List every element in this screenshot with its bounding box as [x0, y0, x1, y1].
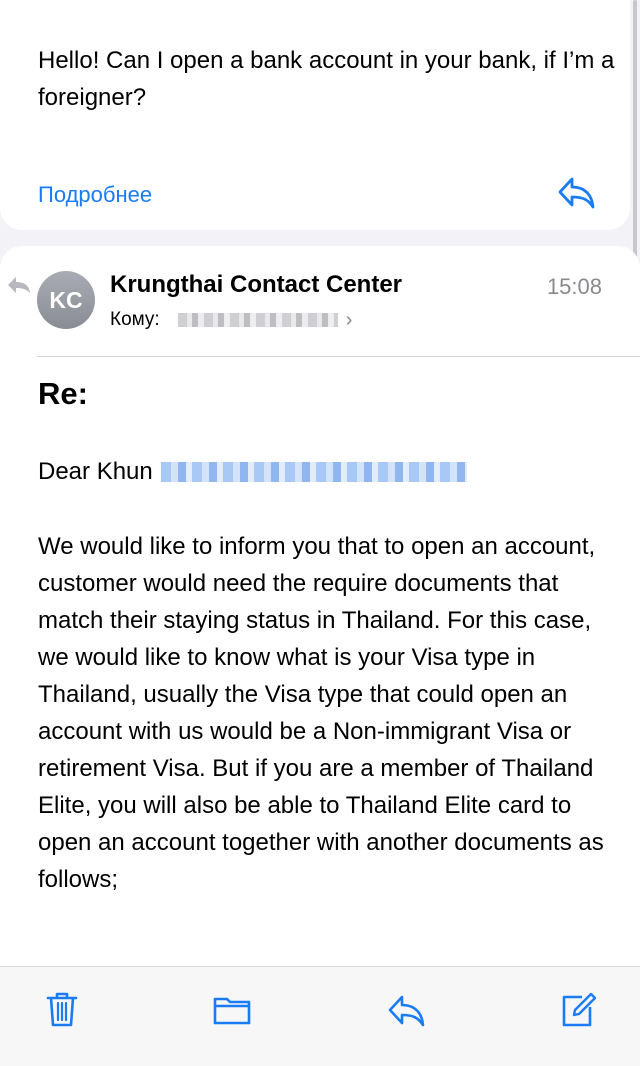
- message-time: 15:08: [546, 274, 602, 299]
- message-card: KC Krungthai Contact Center 15:08 Кому: …: [0, 246, 640, 966]
- divider: [37, 356, 640, 357]
- greeting-line: Dear Khun: [38, 454, 467, 490]
- previous-message-text: Hello! Can I open a bank account in your…: [38, 47, 615, 111]
- to-label: Кому:: [110, 309, 160, 330]
- chevron-right-icon: ›: [345, 308, 353, 331]
- previous-message-card: Hello! Can I open a bank account in your…: [0, 0, 630, 230]
- folder-icon[interactable]: [212, 989, 252, 1029]
- message-body: We would like to inform you that to open…: [38, 533, 604, 893]
- greeting-text: Dear Khun: [38, 458, 153, 485]
- reply-icon[interactable]: [386, 989, 426, 1029]
- redacted-recipient: [177, 313, 338, 327]
- avatar[interactable]: KC: [37, 271, 95, 329]
- sender-name[interactable]: Krungthai Contact Center: [110, 271, 402, 299]
- recipients-row[interactable]: Кому: ›: [110, 307, 352, 333]
- reply-icon[interactable]: [556, 175, 596, 211]
- more-details-link[interactable]: Подробнее: [38, 182, 152, 208]
- trash-icon[interactable]: [42, 989, 82, 1029]
- bottom-toolbar: [0, 966, 640, 1066]
- redacted-name-link[interactable]: [160, 462, 467, 482]
- replied-indicator-icon: [7, 275, 31, 295]
- message-subject: Re:: [38, 376, 88, 411]
- compose-icon[interactable]: [558, 989, 598, 1029]
- mail-thread-view: Hello! Can I open a bank account in your…: [0, 0, 640, 1066]
